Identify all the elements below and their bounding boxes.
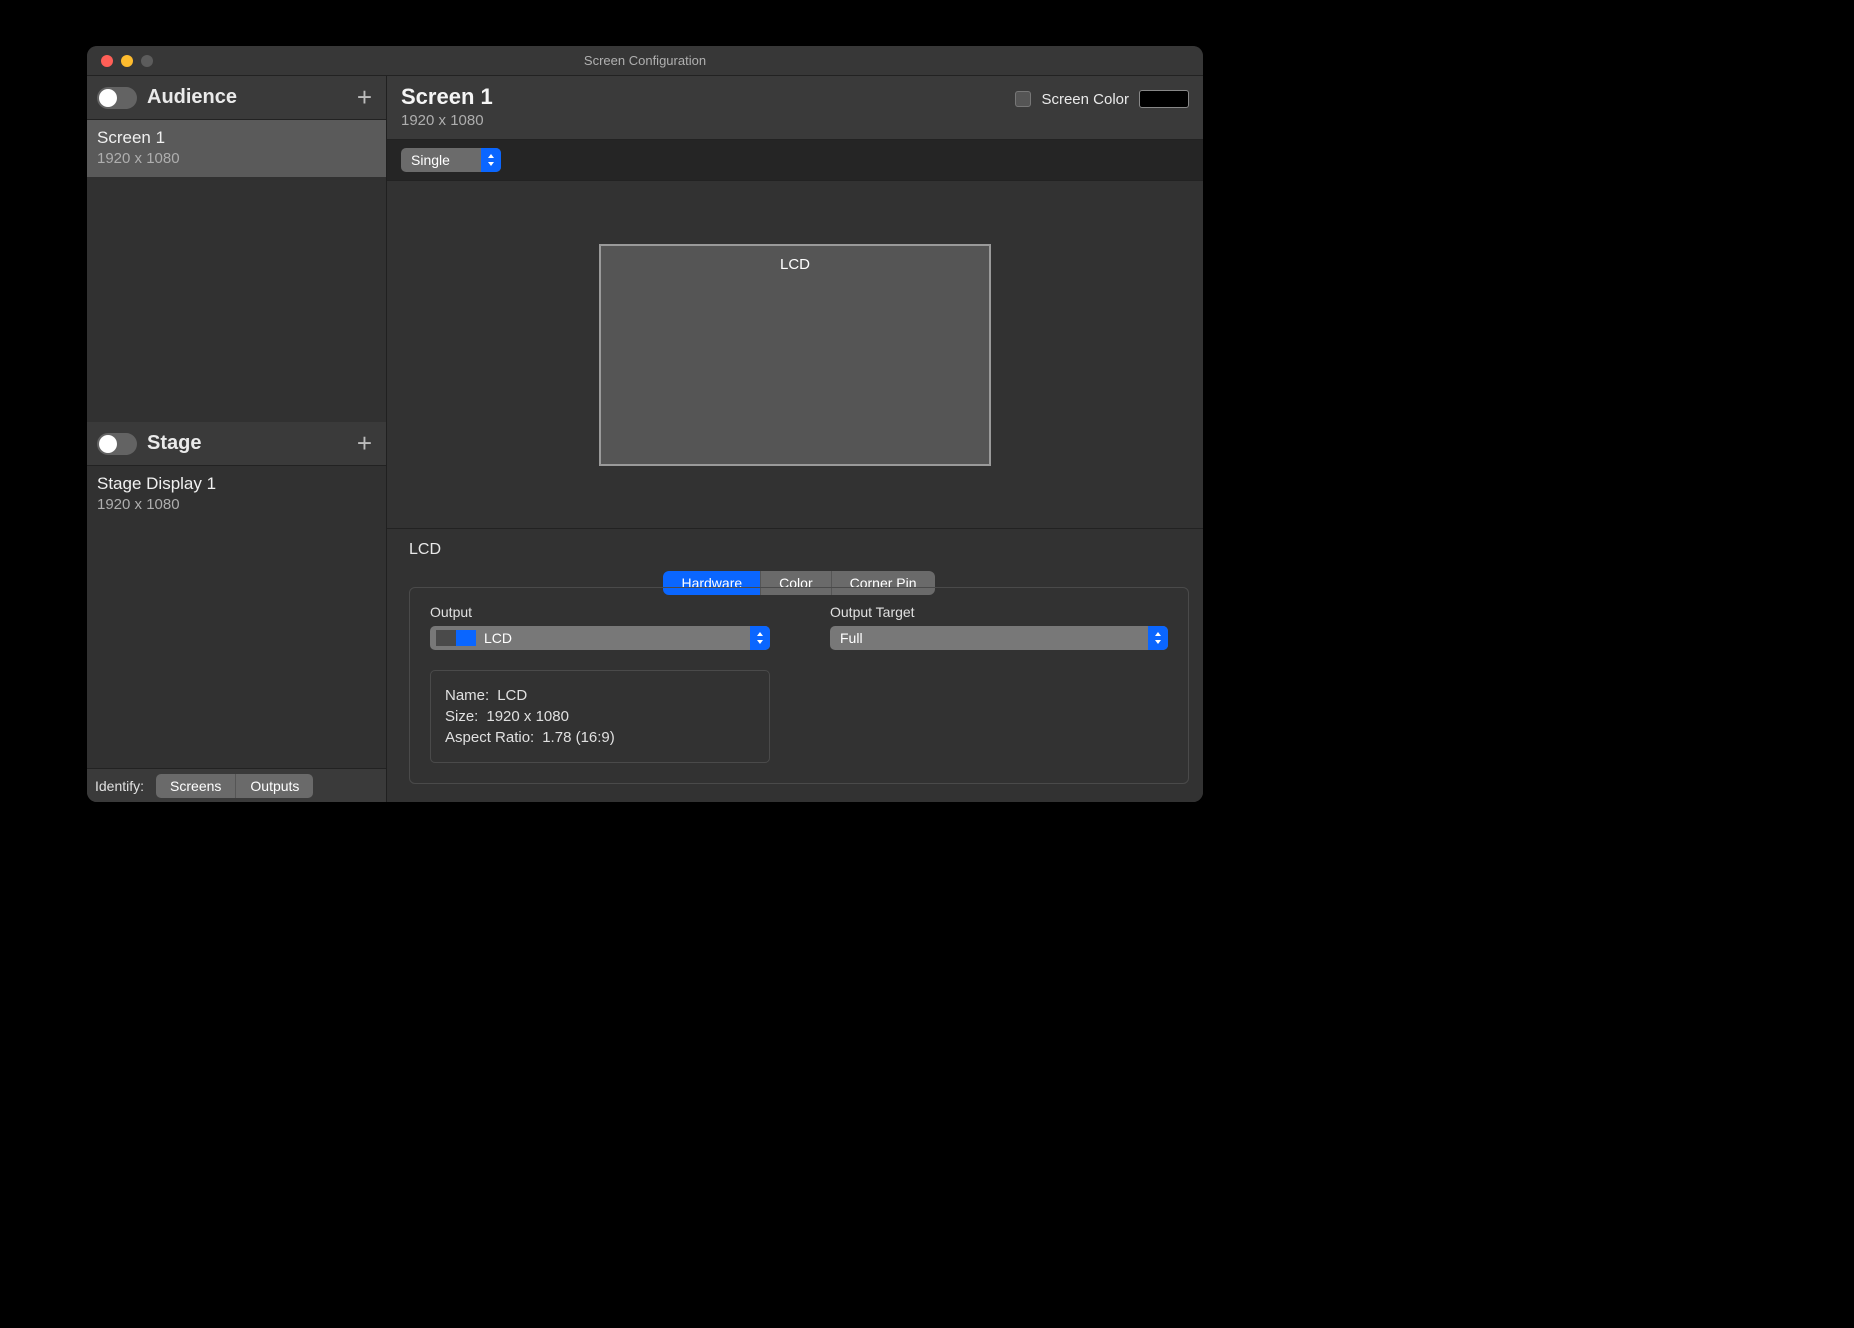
- chevron-up-down-icon: [750, 626, 770, 650]
- identify-label: Identify:: [95, 778, 144, 794]
- main: Screen 1 1920 x 1080 Screen Color Single: [387, 76, 1203, 802]
- screen-color-label: Screen Color: [1041, 91, 1129, 108]
- preview-area: LCD: [387, 180, 1203, 529]
- screen-title: Screen 1: [401, 84, 1015, 110]
- info-name-value: LCD: [497, 687, 527, 704]
- add-stage-screen-button[interactable]: +: [353, 428, 376, 459]
- info-size-value: 1920 x 1080: [486, 708, 569, 725]
- output-info: Name: LCD Size: 1920 x 1080 Aspect Ratio…: [430, 670, 770, 763]
- list-item-resolution: 1920 x 1080: [97, 496, 376, 513]
- list-item-name: Stage Display 1: [97, 474, 376, 494]
- output-preview[interactable]: LCD: [599, 244, 991, 466]
- window-title: Screen Configuration: [87, 53, 1203, 68]
- output-select-label: LCD: [476, 630, 750, 646]
- section-title: Audience: [147, 86, 353, 109]
- screen-color-checkbox[interactable]: [1015, 91, 1031, 107]
- titlebar: Screen Configuration: [87, 46, 1203, 76]
- window: Screen Configuration Audience + Screen 1…: [87, 46, 1203, 802]
- sidebar-section-audience: Audience + Screen 1 1920 x 1080: [87, 76, 386, 422]
- list-item-resolution: 1920 x 1080: [97, 150, 376, 167]
- identify-segment: Screens Outputs: [156, 774, 313, 798]
- preview-label: LCD: [601, 256, 989, 273]
- audience-toggle[interactable]: [97, 87, 137, 109]
- chevron-up-down-icon: [481, 148, 501, 172]
- info-aspect-label: Aspect Ratio:: [445, 729, 534, 746]
- section-header: Audience +: [87, 76, 386, 120]
- screen-resolution: 1920 x 1080: [401, 112, 1015, 129]
- output-swatch-blue: [456, 630, 476, 646]
- screen-color-swatch[interactable]: [1139, 90, 1189, 108]
- list-item[interactable]: Stage Display 1 1920 x 1080: [87, 466, 386, 523]
- main-header: Screen 1 1920 x 1080 Screen Color: [387, 76, 1203, 140]
- window-body: Audience + Screen 1 1920 x 1080 Stage +: [87, 76, 1203, 802]
- output-label: Output: [430, 604, 770, 620]
- stage-toggle[interactable]: [97, 433, 137, 455]
- select-label: Single: [401, 152, 481, 168]
- list-item-name: Screen 1: [97, 128, 376, 148]
- output-target-select[interactable]: Full: [830, 626, 1168, 650]
- sidebar-section-stage: Stage + Stage Display 1 1920 x 1080: [87, 422, 386, 768]
- section-title: Stage: [147, 432, 353, 455]
- hardware-panel: Output LCD Name: LCD: [409, 587, 1189, 784]
- output-select[interactable]: LCD: [430, 626, 770, 650]
- chevron-up-down-icon: [1148, 626, 1168, 650]
- info-aspect-value: 1.78 (16:9): [542, 729, 615, 746]
- info-size-label: Size:: [445, 708, 478, 725]
- identify-screens-button[interactable]: Screens: [156, 774, 235, 798]
- list-item[interactable]: Screen 1 1920 x 1080: [87, 120, 386, 177]
- detail-panel: LCD Hardware Color Corner Pin Output: [387, 529, 1203, 802]
- output-target-label: Output Target: [830, 604, 1168, 620]
- detail-title: LCD: [409, 541, 1189, 559]
- info-name-label: Name:: [445, 687, 489, 704]
- identify-outputs-button[interactable]: Outputs: [235, 774, 313, 798]
- stage-list: Stage Display 1 1920 x 1080: [87, 466, 386, 768]
- mode-bar: Single: [387, 140, 1203, 180]
- output-target-select-label: Full: [830, 630, 1148, 646]
- audience-list: Screen 1 1920 x 1080: [87, 120, 386, 422]
- sidebar: Audience + Screen 1 1920 x 1080 Stage +: [87, 76, 387, 802]
- output-swatch-gray: [436, 630, 456, 646]
- section-header: Stage +: [87, 422, 386, 466]
- identify-bar: Identify: Screens Outputs: [87, 768, 386, 802]
- add-audience-screen-button[interactable]: +: [353, 82, 376, 113]
- screen-mode-select[interactable]: Single: [401, 148, 501, 172]
